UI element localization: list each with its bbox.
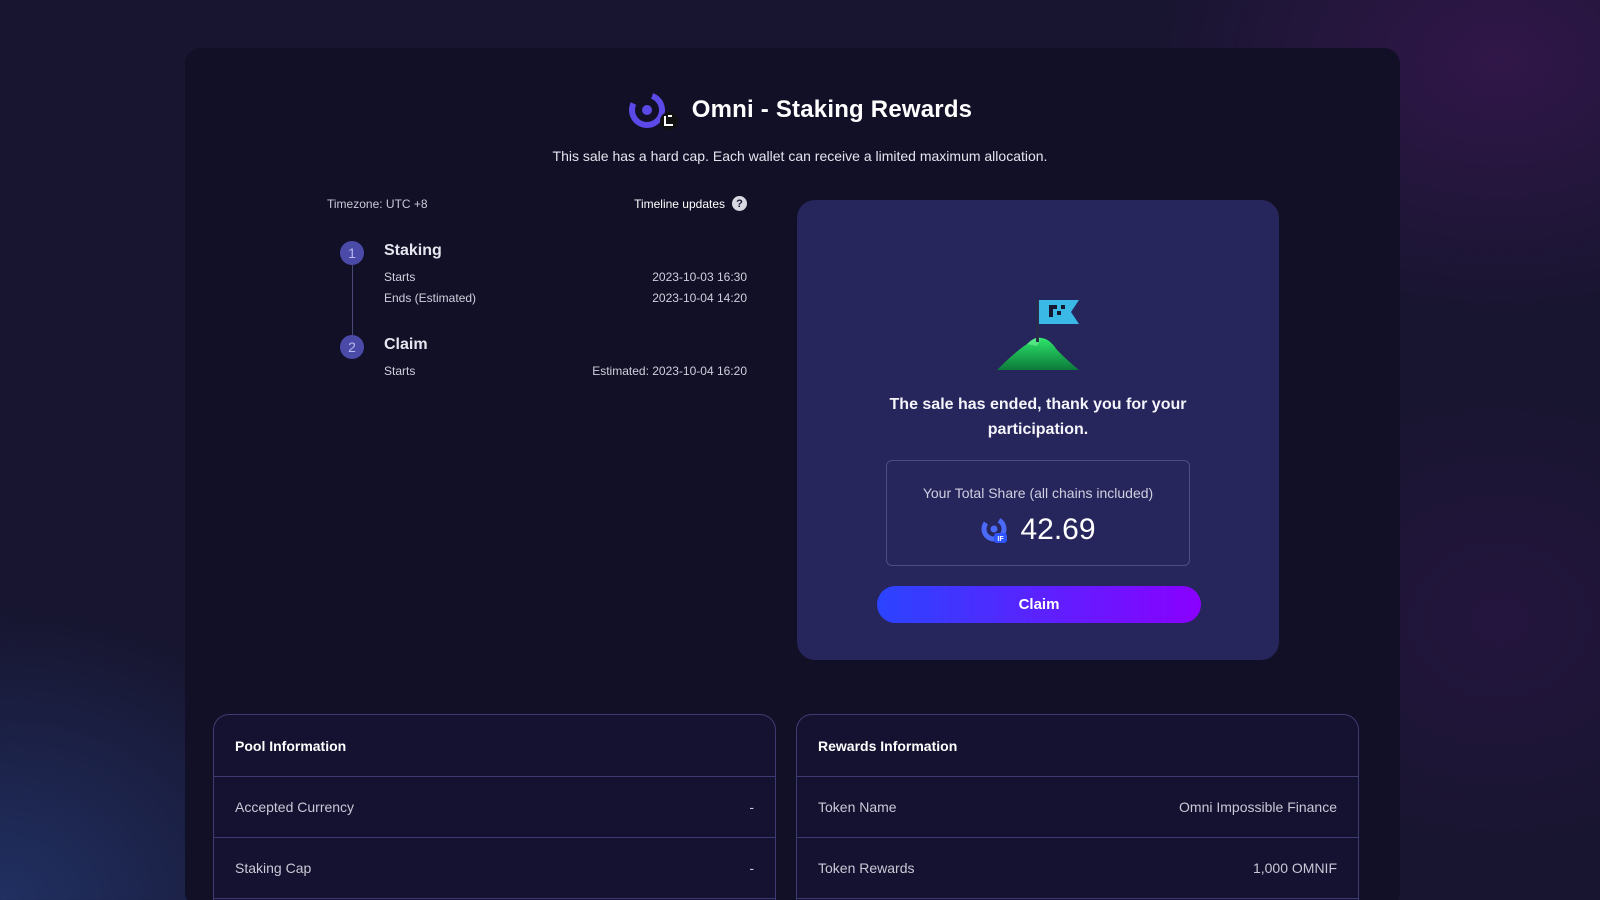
total-share-value: 42.69 [1020, 513, 1096, 546]
svg-text:IF: IF [998, 536, 1005, 543]
info-row-value: - [749, 860, 754, 876]
rewards-information-title: Rewards Information [797, 715, 1358, 777]
claim-button[interactable]: Claim [877, 586, 1201, 623]
timeline-steps: 1 Staking Starts 2023-10-03 16:30 Ends (… [327, 239, 747, 378]
pool-information-card: Pool Information Accepted Currency - Sta… [213, 714, 776, 900]
step-row-value: Estimated: 2023-10-04 16:20 [592, 364, 747, 378]
step-row-label: Starts [384, 270, 416, 284]
step-number: 2 [340, 335, 364, 359]
total-share-label: Your Total Share (all chains included) [922, 485, 1154, 501]
info-row-value: Omni Impossible Finance [1179, 799, 1337, 815]
step-row-starts: Starts Estimated: 2023-10-04 16:20 [384, 364, 747, 378]
sale-status-card: The sale has ended, thank you for your p… [797, 200, 1279, 660]
step-row-starts: Starts 2023-10-03 16:30 [384, 270, 747, 284]
timeline-updates-label: Timeline updates [634, 196, 725, 211]
page-subtitle: This sale has a hard cap. Each wallet ca… [552, 148, 1048, 164]
timeline: Timezone: UTC +8 Timeline updates ? 1 St… [327, 196, 747, 378]
rewards-info-row-token-rewards: Token Rewards 1,000 OMNIF [797, 838, 1358, 899]
pool-info-row-staking-cap: Staking Cap - [214, 838, 775, 899]
info-row-value: 1,000 OMNIF [1252, 860, 1337, 876]
step-row-value: 2023-10-03 16:30 [652, 270, 747, 284]
pool-info-row-accepted-currency: Accepted Currency - [214, 777, 775, 838]
step-row-label: Starts [384, 364, 416, 378]
step-row-label: Ends (Estimated) [384, 291, 477, 305]
page-header: Omni - Staking Rewards This sale has a h… [0, 88, 1600, 164]
info-row-value: - [749, 799, 754, 815]
step-row-value: 2023-10-04 14:20 [652, 291, 747, 305]
total-share-box: Your Total Share (all chains included) I… [886, 460, 1190, 566]
timeline-header: Timezone: UTC +8 Timeline updates ? [327, 196, 747, 211]
impossible-finance-logo-icon [628, 88, 680, 132]
page-title: Omni - Staking Rewards [691, 96, 973, 123]
if-token-icon: IF [980, 516, 1008, 544]
info-row-label: Token Rewards [818, 860, 915, 876]
flag-on-mountain-icon [997, 294, 1081, 374]
sale-ended-message: The sale has ended, thank you for your p… [889, 396, 1187, 438]
info-row-label: Accepted Currency [235, 799, 355, 815]
help-icon[interactable]: ? [732, 196, 747, 211]
step-number: 1 [340, 241, 364, 265]
timeline-updates[interactable]: Timeline updates ? [634, 196, 747, 211]
step-title: Staking [384, 242, 442, 259]
info-row-label: Staking Cap [235, 860, 312, 876]
rewards-info-row-token-name: Token Name Omni Impossible Finance [797, 777, 1358, 838]
timezone-label: Timezone: UTC +8 [327, 196, 428, 211]
total-share-row: IF 42.69 [887, 513, 1189, 547]
step-title: Claim [384, 336, 428, 353]
timeline-step-claim: 2 Claim Starts Estimated: 2023-10-04 16:… [327, 333, 747, 378]
timeline-step-staking: 1 Staking Starts 2023-10-03 16:30 Ends (… [327, 239, 747, 305]
step-row-ends: Ends (Estimated) 2023-10-04 14:20 [384, 291, 747, 305]
info-row-label: Token Name [818, 799, 897, 815]
pool-information-title: Pool Information [214, 715, 775, 777]
title-row: Omni - Staking Rewards [0, 88, 1600, 132]
rewards-information-card: Rewards Information Token Name Omni Impo… [796, 714, 1359, 900]
